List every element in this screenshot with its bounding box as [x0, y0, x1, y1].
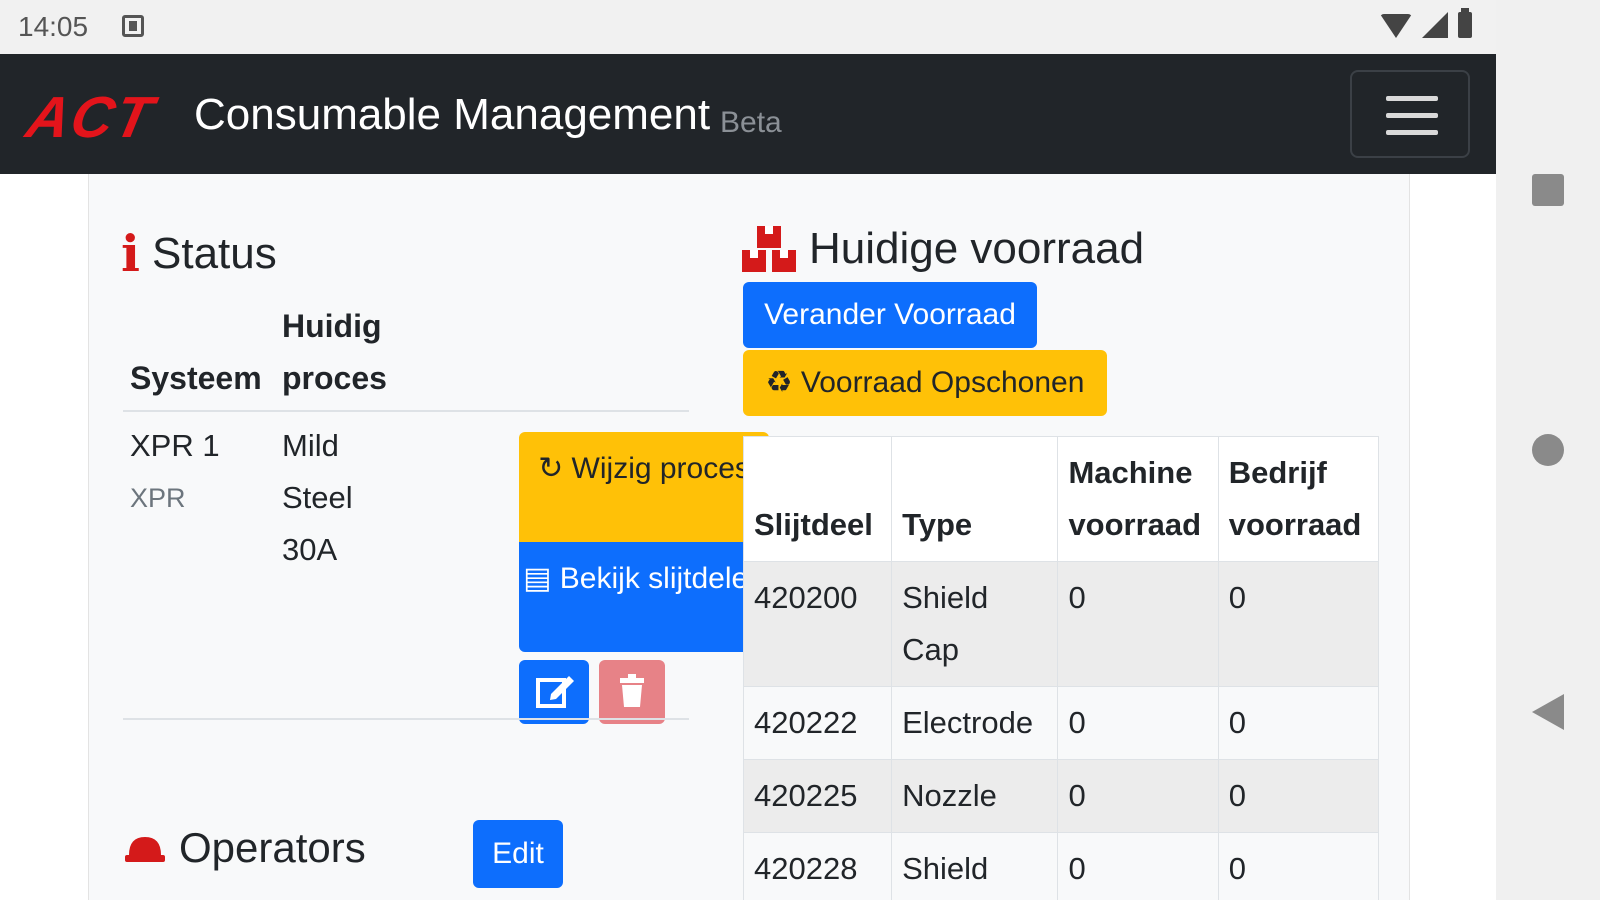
app-title[interactable]: Consumable Management — [194, 90, 710, 140]
col-header-company-stock: Bedrijf voorraad — [1217, 436, 1380, 562]
stock-title: Huidige voorraad — [809, 224, 1145, 273]
notification-icon — [122, 15, 144, 37]
operators-heading: Operators — [123, 824, 366, 872]
view-parts-button[interactable]: ▤ Bekijk slijtdelen — [519, 542, 769, 652]
home-button[interactable] — [1532, 434, 1564, 466]
machine-stock: 0 — [1057, 759, 1219, 833]
table-header-divider — [123, 410, 689, 412]
android-status-bar: 14:05 — [0, 0, 1496, 54]
boxes-icon — [742, 226, 796, 272]
col-header-part: Slijtdeel — [742, 436, 893, 562]
recycle-icon: ♻ — [765, 366, 793, 399]
top-navbar: ACT Consumable Management Beta — [0, 54, 1496, 174]
stock-table-header-row: Slijtdeel Type Machine voorraad Bedrijf … — [742, 436, 1380, 562]
main-container: i Status Huidig Systeem proces XPR 1 XPR… — [88, 174, 1410, 900]
table-bottom-divider — [123, 718, 689, 720]
col-header-type: Type — [891, 436, 1059, 562]
company-stock: 0 — [1217, 832, 1380, 900]
col-header-process-2: proces — [282, 360, 387, 396]
part-type: Electrode — [891, 686, 1059, 760]
machine-stock: 0 — [1057, 832, 1219, 900]
beta-badge: Beta — [720, 106, 782, 139]
change-stock-button[interactable]: Verander Voorraad — [743, 282, 1037, 348]
box-icon: ▤ — [523, 562, 552, 595]
col-header-system: Systeem — [130, 360, 262, 396]
hamburger-icon — [1386, 96, 1438, 101]
table-row: 420228 Shield 0 0 — [742, 832, 1380, 900]
edit-icon — [536, 676, 574, 708]
trash-icon — [620, 674, 644, 707]
clean-stock-button[interactable]: ♻ Voorraad Opschonen — [743, 350, 1107, 416]
part-number: 420228 — [742, 832, 893, 900]
refresh-icon: ↻ — [538, 452, 564, 485]
system-type: XPR — [130, 483, 186, 513]
battery-icon — [1458, 8, 1472, 38]
part-type: Shield Cap — [891, 561, 1059, 687]
edit-operators-button[interactable]: Edit — [473, 820, 563, 888]
col-header-machine-stock: Machine voorraad — [1057, 436, 1219, 562]
machine-stock: 0 — [1057, 686, 1219, 760]
part-number: 420222 — [742, 686, 893, 760]
table-row: 420225 Nozzle 0 0 — [742, 759, 1380, 833]
android-nav-bar — [1496, 0, 1600, 900]
operators-title: Operators — [179, 824, 366, 871]
stock-heading: Huidige voorraad — [741, 224, 1144, 274]
company-stock: 0 — [1217, 759, 1380, 833]
table-row: 420200 Shield Cap 0 0 — [742, 561, 1380, 687]
delete-system-button[interactable] — [599, 660, 665, 724]
info-icon: i — [121, 224, 140, 283]
status-title: Status — [152, 228, 277, 278]
recents-button[interactable] — [1532, 174, 1564, 206]
stock-table: Slijtdeel Type Machine voorraad Bedrijf … — [742, 436, 1380, 900]
part-type: Shield — [891, 832, 1059, 900]
app-screen: 14:05 ACT Consumable Management Beta i S… — [0, 0, 1496, 900]
status-heading: i Status — [121, 224, 277, 283]
signal-icon — [1422, 12, 1448, 38]
menu-toggle-button[interactable] — [1350, 70, 1470, 158]
back-button[interactable] — [1532, 694, 1564, 730]
machine-stock: 0 — [1057, 561, 1219, 687]
status-time: 14:05 — [18, 11, 89, 42]
edit-system-button[interactable] — [519, 660, 589, 724]
part-type: Nozzle — [891, 759, 1059, 833]
current-process: Mild Steel 30A — [282, 428, 353, 567]
company-stock: 0 — [1217, 686, 1380, 760]
change-process-button[interactable]: ↻ Wijzig proces — [519, 432, 769, 542]
system-name: XPR 1 — [130, 428, 220, 463]
act-logo[interactable]: ACT — [21, 84, 160, 151]
wifi-icon — [1380, 14, 1412, 38]
company-stock: 0 — [1217, 561, 1380, 687]
part-number: 420200 — [742, 561, 893, 687]
status-icons — [1380, 8, 1472, 38]
hard-hat-icon — [125, 837, 165, 862]
part-number: 420225 — [742, 759, 893, 833]
table-row: 420222 Electrode 0 0 — [742, 686, 1380, 760]
col-header-process-1: Huidig — [282, 308, 382, 344]
